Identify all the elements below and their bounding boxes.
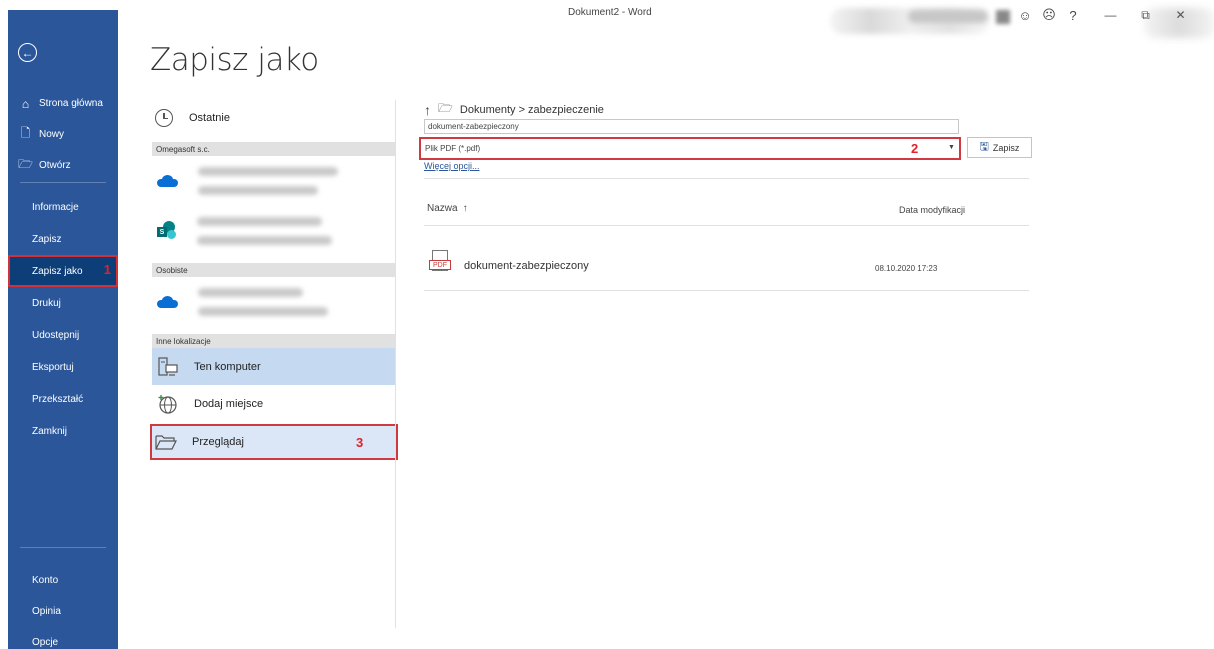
window-controls: — ⧉ ✕ [1093,5,1198,25]
sidebar-item-new[interactable]: 🗋 Nowy [8,119,118,150]
divider [424,225,1029,226]
step-marker-3: 3 [356,435,364,450]
sidebar-bottom-group: Konto Opinia Opcje [8,565,118,649]
sidebar-divider [20,547,106,548]
back-arrow-icon[interactable]: ← [18,43,37,62]
backstage-sidebar: ← ⌂ Strona główna 🗋 Nowy 🗁 Otwórz Inform… [8,10,118,649]
sharepoint-letter: S [157,227,167,237]
column-header-date[interactable]: Data modyfikacji [899,205,965,215]
file-modified-date: 08.10.2020 17:23 [875,264,938,273]
location-recent[interactable]: Ostatnie [152,100,395,135]
avatar[interactable] [996,10,1010,24]
sidebar-item-account[interactable]: Konto [8,565,118,596]
divider [424,290,1029,291]
save-button[interactable]: 🖫 Zapisz [967,137,1032,158]
section-header-other: Inne lokalizacje [152,334,395,348]
pdf-badge: PDF [429,260,451,270]
file-type-value: Plik PDF (*.pdf) [425,144,481,153]
computer-icon [157,356,179,377]
minimize-icon[interactable]: — [1093,5,1128,25]
sidebar-item-open[interactable]: 🗁 Otwórz [8,150,118,181]
location-label: Ostatnie [189,111,230,124]
file-name: dokument-zabezpieczony [464,260,589,272]
up-arrow-icon[interactable]: ↑ [424,102,431,118]
column-header-name[interactable]: Nazwa ↑ [427,203,468,214]
home-icon: ⌂ [21,96,30,111]
help-icon[interactable]: ? [1061,5,1085,25]
restore-icon[interactable]: ⧉ [1128,5,1163,25]
sidebar-item-print[interactable]: Drukuj [8,287,118,319]
sidebar-item-label: Nowy [39,129,65,140]
onedrive-icon [157,296,178,308]
pdf-file-icon: PDF [429,250,451,274]
frown-icon[interactable]: ☹ [1037,5,1061,25]
sidebar-item-share[interactable]: Udostępnij [8,319,118,351]
save-icon: 🖫 [979,141,989,153]
blurred-account-text [198,288,328,316]
location-onedrive-personal[interactable] [152,277,395,327]
blurred-user-name[interactable] [908,10,988,23]
title-bar: Dokument2 - Word ☺ ☹ ? — ⧉ ✕ [118,0,1214,38]
folder-icon: 🗁 [438,101,453,115]
globe-icon [157,394,179,414]
browse-folder-icon [155,432,177,452]
step-marker-2: 2 [911,141,919,156]
location-sharepoint[interactable]: S [152,206,395,256]
panel-divider [395,100,396,628]
sidebar-item-close[interactable]: Zamknij [8,415,118,447]
sidebar-top-group: ⌂ Strona główna 🗋 Nowy 🗁 Otwórz [8,88,118,181]
step-marker-1: 1 [103,262,111,277]
more-options-link[interactable]: Więcej opcji... [424,161,480,171]
breadcrumb: ↑ 🗁 Dokumenty > zabezpieczenie [424,99,604,120]
sidebar-item-save-as[interactable]: Zapisz jako 1 [8,255,118,287]
sort-ascending-icon: ↑ [462,203,468,214]
divider [424,178,1029,179]
location-add-place[interactable]: Dodaj miejsce [152,385,395,422]
new-document-icon: 🗋 [20,126,31,140]
clock-icon [155,108,173,127]
sharepoint-icon: S [157,221,177,241]
smiley-icon[interactable]: ☺ [1013,5,1037,25]
chevron-down-icon: ▼ [948,144,955,151]
location-onedrive-business[interactable] [152,156,395,206]
location-label: Przeglądaj [192,436,244,448]
sidebar-item-save[interactable]: Zapisz [8,223,118,255]
location-this-pc[interactable]: Ten komputer [152,348,395,385]
sidebar-item-label: Otwórz [39,160,71,171]
sidebar-item-export[interactable]: Eksportuj [8,351,118,383]
file-list-item[interactable]: PDF dokument-zabezpieczony 08.10.2020 17… [424,250,1029,282]
save-locations: Ostatnie Omegasoft s.c. S Osobiste Inne … [150,100,398,460]
sidebar-item-options[interactable]: Opcje [8,627,118,649]
open-folder-icon: 🗁 [18,157,33,171]
close-icon[interactable]: ✕ [1163,5,1198,25]
save-button-label: Zapisz [992,142,1020,153]
sidebar-divider [20,182,106,183]
file-name-field[interactable]: dokument-zabezpieczony [424,119,959,134]
file-type-select[interactable]: Plik PDF (*.pdf) 2 ▼ [419,137,961,160]
section-header-organization: Omegasoft s.c. [152,142,395,156]
sidebar-main-group: Informacje Zapisz Zapisz jako 1 Drukuj U… [8,191,118,447]
page-title: Zapisz jako [150,42,319,78]
sidebar-item-label: Strona główna [39,98,103,109]
section-header-personal: Osobiste [152,263,395,277]
column-label: Nazwa [427,203,458,214]
sidebar-item-home[interactable]: ⌂ Strona główna [8,88,118,119]
sidebar-item-label: Zapisz jako [32,265,83,277]
title-bar-icons: ☺ ☹ ? [1013,5,1085,25]
location-label: Ten komputer [194,360,261,373]
blurred-account-text [197,217,332,245]
window-title: Dokument2 - Word [568,7,652,18]
location-label: Dodaj miejsce [194,397,264,410]
sidebar-item-info[interactable]: Informacje [8,191,118,223]
location-browse[interactable]: Przeglądaj 3 [150,424,398,460]
breadcrumb-path[interactable]: Dokumenty > zabezpieczenie [460,104,604,116]
sidebar-item-transform[interactable]: Przekształć [8,383,118,415]
onedrive-icon [157,175,178,187]
sidebar-item-feedback[interactable]: Opinia [8,596,118,627]
blurred-account-text [198,167,338,195]
